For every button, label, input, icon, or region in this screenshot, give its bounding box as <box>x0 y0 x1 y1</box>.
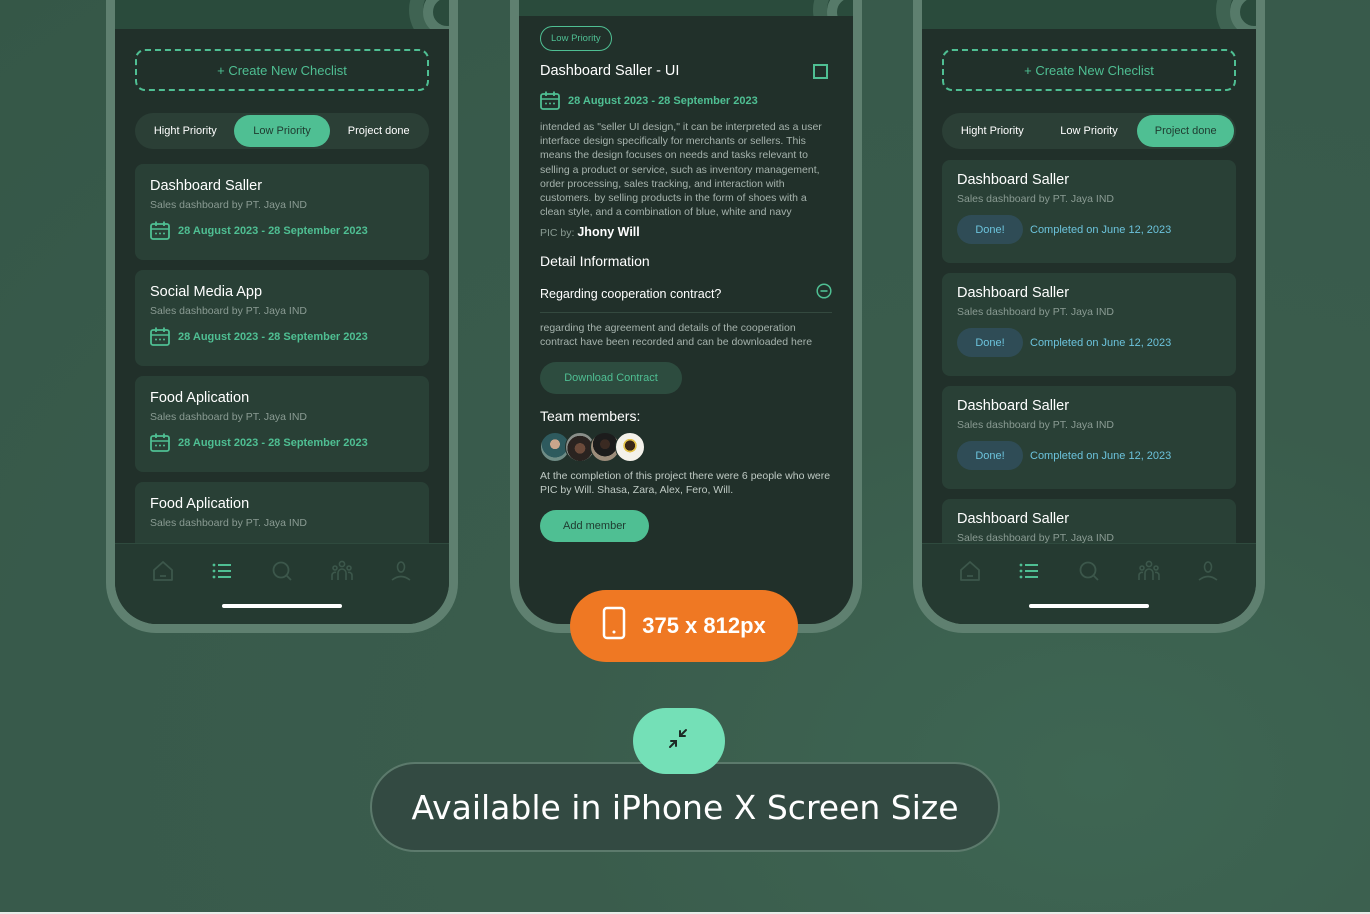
card-title: Food Aplication <box>150 390 250 406</box>
card-subtitle: Sales dashboard by PT. Jaya IND <box>150 199 307 211</box>
card-subtitle: Sales dashboard by PT. Jaya IND <box>957 419 1114 431</box>
compress-icon <box>665 725 693 758</box>
faq-answer: regarding the agreement and details of t… <box>540 322 813 349</box>
card-subtitle: Sales dashboard by PT. Jaya IND <box>150 305 307 317</box>
team-icon[interactable] <box>329 558 355 584</box>
card-title: Dashboard Saller <box>957 172 1070 188</box>
faq-question: Regarding cooperation contract? <box>540 286 722 301</box>
phone-mockup-list: + Create New Checlist Hight Priority Low… <box>106 0 458 633</box>
detail-title: Dashboard Saller - UI <box>540 63 680 79</box>
calendar-icon <box>540 91 560 110</box>
checklist-card[interactable]: Social Media App Sales dashboard by PT. … <box>135 270 429 366</box>
phone-screen: + Create New Checlist Hight Priority Low… <box>115 0 449 624</box>
screen-size-badge: 375 x 812px <box>570 590 798 662</box>
done-card[interactable]: Dashboard Saller Sales dashboard by PT. … <box>942 273 1236 376</box>
done-card[interactable]: Dashboard Saller Sales dashboard by PT. … <box>942 160 1236 263</box>
search-icon[interactable] <box>269 558 295 584</box>
card-title: Dashboard Saller <box>150 178 263 194</box>
checklist-card[interactable]: Dashboard Saller Sales dashboard by PT. … <box>135 164 429 260</box>
priority-badge: Low Priority <box>540 26 612 51</box>
home-icon[interactable] <box>957 558 983 584</box>
phone-screen: Low Priority Dashboard Saller - UI 28 Au… <box>519 0 853 624</box>
card-subtitle: Sales dashboard by PT. Jaya IND <box>957 193 1114 205</box>
card-title: Food Aplication <box>150 496 250 512</box>
card-title: Dashboard Saller <box>957 398 1070 414</box>
phone-mockup-done: + Create New Checlist Hight Priority Low… <box>913 0 1265 633</box>
card-date: 28 August 2023 - 28 September 2023 <box>178 224 368 237</box>
team-description: At the completion of this project there … <box>540 470 831 497</box>
team-icon[interactable] <box>1136 558 1162 584</box>
list-icon[interactable] <box>1016 558 1042 584</box>
tab-project-done[interactable]: Project done <box>1137 115 1235 147</box>
pic-name: Jhony Will <box>577 225 640 240</box>
profile-icon[interactable] <box>388 558 414 584</box>
pic-label: PIC by: <box>540 227 575 240</box>
done-badge: Done! <box>957 441 1023 470</box>
priority-tabs: Hight Priority Low Priority Project done <box>135 113 429 149</box>
create-checklist-button[interactable]: + Create New Checlist <box>135 49 429 91</box>
card-subtitle: Sales dashboard by PT. Jaya IND <box>957 306 1114 318</box>
compress-button[interactable] <box>633 708 725 774</box>
tab-low-priority[interactable]: Low Priority <box>233 115 331 147</box>
checklist-list: Dashboard Saller Sales dashboard by PT. … <box>135 164 429 588</box>
faq-toggle[interactable]: Regarding cooperation contract? <box>540 283 832 314</box>
search-icon[interactable] <box>1076 558 1102 584</box>
card-title: Dashboard Saller <box>957 511 1070 527</box>
collapse-icon[interactable] <box>816 283 832 304</box>
profile-icon[interactable] <box>1195 558 1221 584</box>
tab-low-priority[interactable]: Low Priority <box>1041 115 1138 147</box>
detail-date: 28 August 2023 - 28 September 2023 <box>568 94 758 107</box>
card-subtitle: Sales dashboard by PT. Jaya IND <box>150 411 307 423</box>
home-indicator[interactable] <box>1029 604 1149 608</box>
phone-icon <box>602 606 626 646</box>
priority-tabs: Hight Priority Low Priority Project done <box>942 113 1236 149</box>
header-background <box>519 0 853 16</box>
create-checklist-button[interactable]: + Create New Checlist <box>942 49 1236 91</box>
completed-date: Completed on June 12, 2023 <box>1030 336 1172 349</box>
availability-banner: Available in iPhone X Screen Size <box>370 762 1000 852</box>
home-icon[interactable] <box>150 558 176 584</box>
detail-description: intended as "seller UI design," it can b… <box>540 121 822 219</box>
availability-text: Available in iPhone X Screen Size <box>411 787 959 827</box>
calendar-icon <box>150 433 170 452</box>
complete-checkbox[interactable] <box>813 63 828 79</box>
card-date: 28 August 2023 - 28 September 2023 <box>178 330 368 343</box>
header-background <box>922 0 1256 29</box>
detail-heading: Detail Information <box>540 253 650 270</box>
done-badge: Done! <box>957 328 1023 357</box>
bottom-tab-bar <box>922 543 1256 624</box>
card-date: 28 August 2023 - 28 September 2023 <box>178 436 368 449</box>
pic-row: PIC by: Jhony Will <box>540 225 832 239</box>
bottom-tab-bar <box>115 543 449 624</box>
list-icon[interactable] <box>209 558 235 584</box>
checklist-card[interactable]: Food Aplication Sales dashboard by PT. J… <box>135 376 429 472</box>
team-avatars[interactable] <box>540 432 832 463</box>
download-contract-button[interactable]: Download Contract <box>540 362 682 395</box>
home-indicator[interactable] <box>222 604 342 608</box>
avatar[interactable] <box>615 432 645 463</box>
phone-mockup-detail: Low Priority Dashboard Saller - UI 28 Au… <box>510 0 862 633</box>
tab-hight-priority[interactable]: Hight Priority <box>137 115 234 147</box>
card-subtitle: Sales dashboard by PT. Jaya IND <box>150 517 307 529</box>
tab-hight-priority[interactable]: Hight Priority <box>944 115 1041 147</box>
completed-date: Completed on June 12, 2023 <box>1030 449 1172 462</box>
card-title: Social Media App <box>150 284 263 300</box>
screen-size-label: 375 x 812px <box>642 613 766 638</box>
card-title: Dashboard Saller <box>957 285 1070 301</box>
team-heading: Team members: <box>540 408 641 425</box>
phone-screen: + Create New Checlist Hight Priority Low… <box>922 0 1256 624</box>
tab-project-done[interactable]: Project done <box>330 115 427 147</box>
done-badge: Done! <box>957 215 1023 244</box>
add-member-button[interactable]: Add member <box>540 510 649 543</box>
header-background <box>115 0 449 29</box>
calendar-icon <box>150 221 170 240</box>
done-card[interactable]: Dashboard Saller Sales dashboard by PT. … <box>942 386 1236 489</box>
completed-date: Completed on June 12, 2023 <box>1030 223 1172 236</box>
calendar-icon <box>150 327 170 346</box>
